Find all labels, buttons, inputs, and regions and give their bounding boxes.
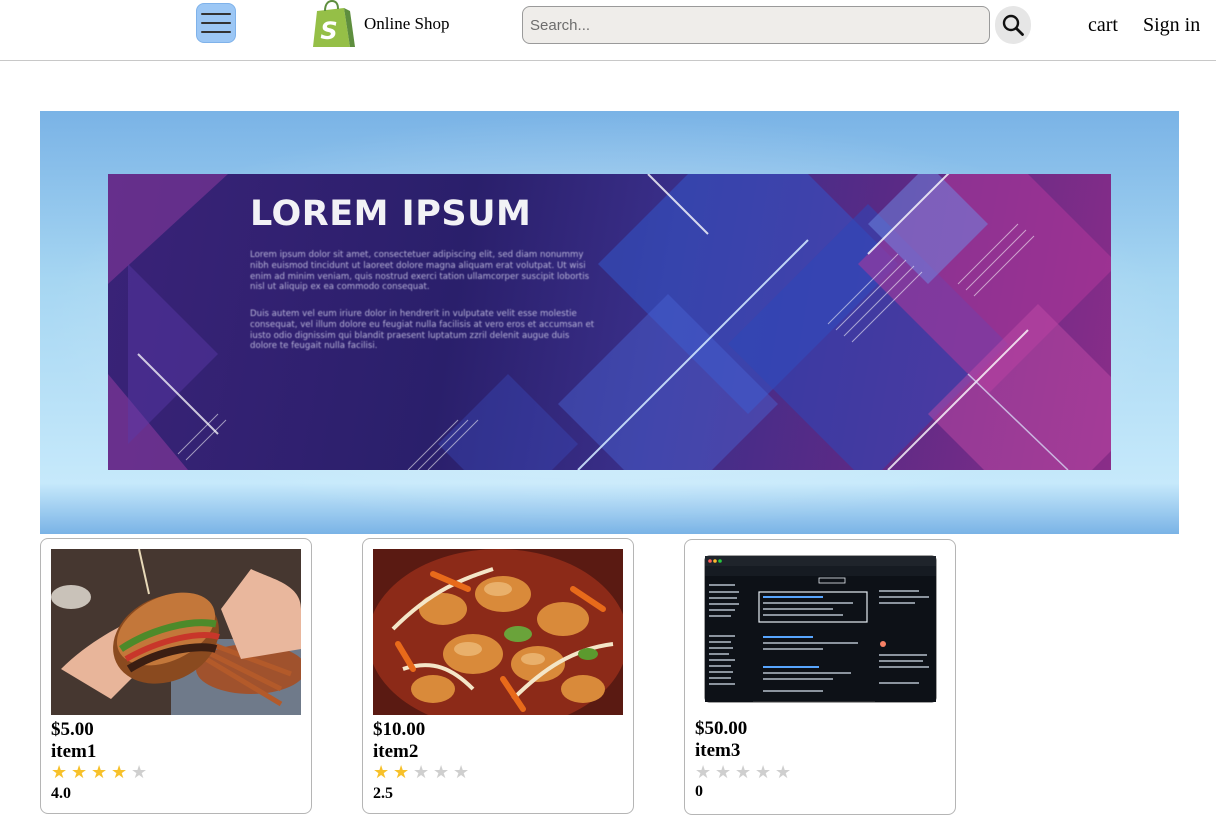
star-filled-icon: ★ (51, 762, 68, 783)
product-card[interactable]: $50.00 item3 ★ ★ ★ ★ ★ 0 (684, 539, 956, 815)
menu-line (201, 31, 231, 33)
star-filled-icon: ★ (71, 762, 88, 783)
product-card[interactable]: $5.00 item1 ★ ★ ★ ★ ★ 4.0 (40, 538, 312, 814)
star-filled-icon: ★ (373, 762, 390, 783)
product-rating-stars: ★ ★ ★ ★ ★ (695, 763, 793, 783)
star-empty-icon: ★ (453, 762, 470, 783)
promo-banner[interactable]: LOREM IPSUM Lorem ipsum dolor sit amet, … (40, 111, 1179, 534)
banner-artwork: LOREM IPSUM Lorem ipsum dolor sit amet, … (108, 174, 1111, 470)
svg-text:S: S (320, 17, 337, 45)
star-empty-icon: ★ (695, 762, 712, 783)
product-price: $10.00 (373, 719, 426, 740)
product-name[interactable]: item2 (373, 741, 418, 763)
brand-name[interactable]: Online Shop (364, 14, 449, 34)
star-filled-icon: ★ (393, 762, 410, 783)
top-nav-bar: S Online Shop cart Sign in (0, 0, 1216, 61)
star-empty-icon: ★ (715, 762, 732, 783)
search-button[interactable] (995, 6, 1031, 44)
product-price: $50.00 (695, 718, 748, 739)
star-empty-icon: ★ (735, 762, 752, 783)
product-rating: 4.0 (51, 785, 71, 802)
sign-in-link[interactable]: Sign in (1143, 14, 1200, 37)
banner-paragraph: Lorem ipsum dolor sit amet, consectetuer… (250, 250, 590, 293)
product-rating-stars: ★ ★ ★ ★ ★ (51, 763, 149, 783)
product-image-stir-fry[interactable] (373, 549, 623, 715)
search-input[interactable] (522, 6, 990, 44)
product-name[interactable]: item3 (695, 740, 740, 762)
star-filled-icon: ★ (111, 762, 128, 783)
shopping-bag-logo-icon[interactable]: S (311, 0, 357, 50)
product-card[interactable]: $10.00 item2 ★ ★ ★ ★ ★ 2.5 (362, 538, 634, 814)
cart-link[interactable]: cart (1088, 14, 1118, 37)
product-image-app-screenshot[interactable] (695, 550, 945, 716)
product-rating-stars: ★ ★ ★ ★ ★ (373, 763, 471, 783)
star-empty-icon: ★ (413, 762, 430, 783)
product-image-burger[interactable] (51, 549, 301, 715)
star-empty-icon: ★ (433, 762, 450, 783)
product-name[interactable]: item1 (51, 741, 96, 763)
search-icon (1002, 14, 1024, 36)
product-rating: 2.5 (373, 785, 393, 802)
star-empty-icon: ★ (755, 762, 772, 783)
banner-paragraph: Duis autem vel eum iriure dolor in hendr… (250, 309, 595, 352)
star-empty-icon: ★ (131, 762, 148, 783)
product-rating: 0 (695, 783, 703, 800)
hamburger-menu-button[interactable] (196, 3, 236, 43)
product-price: $5.00 (51, 719, 94, 740)
menu-line (201, 22, 231, 24)
menu-line (201, 13, 231, 15)
banner-title: LOREM IPSUM (250, 194, 532, 234)
star-empty-icon: ★ (775, 762, 792, 783)
star-filled-icon: ★ (91, 762, 108, 783)
